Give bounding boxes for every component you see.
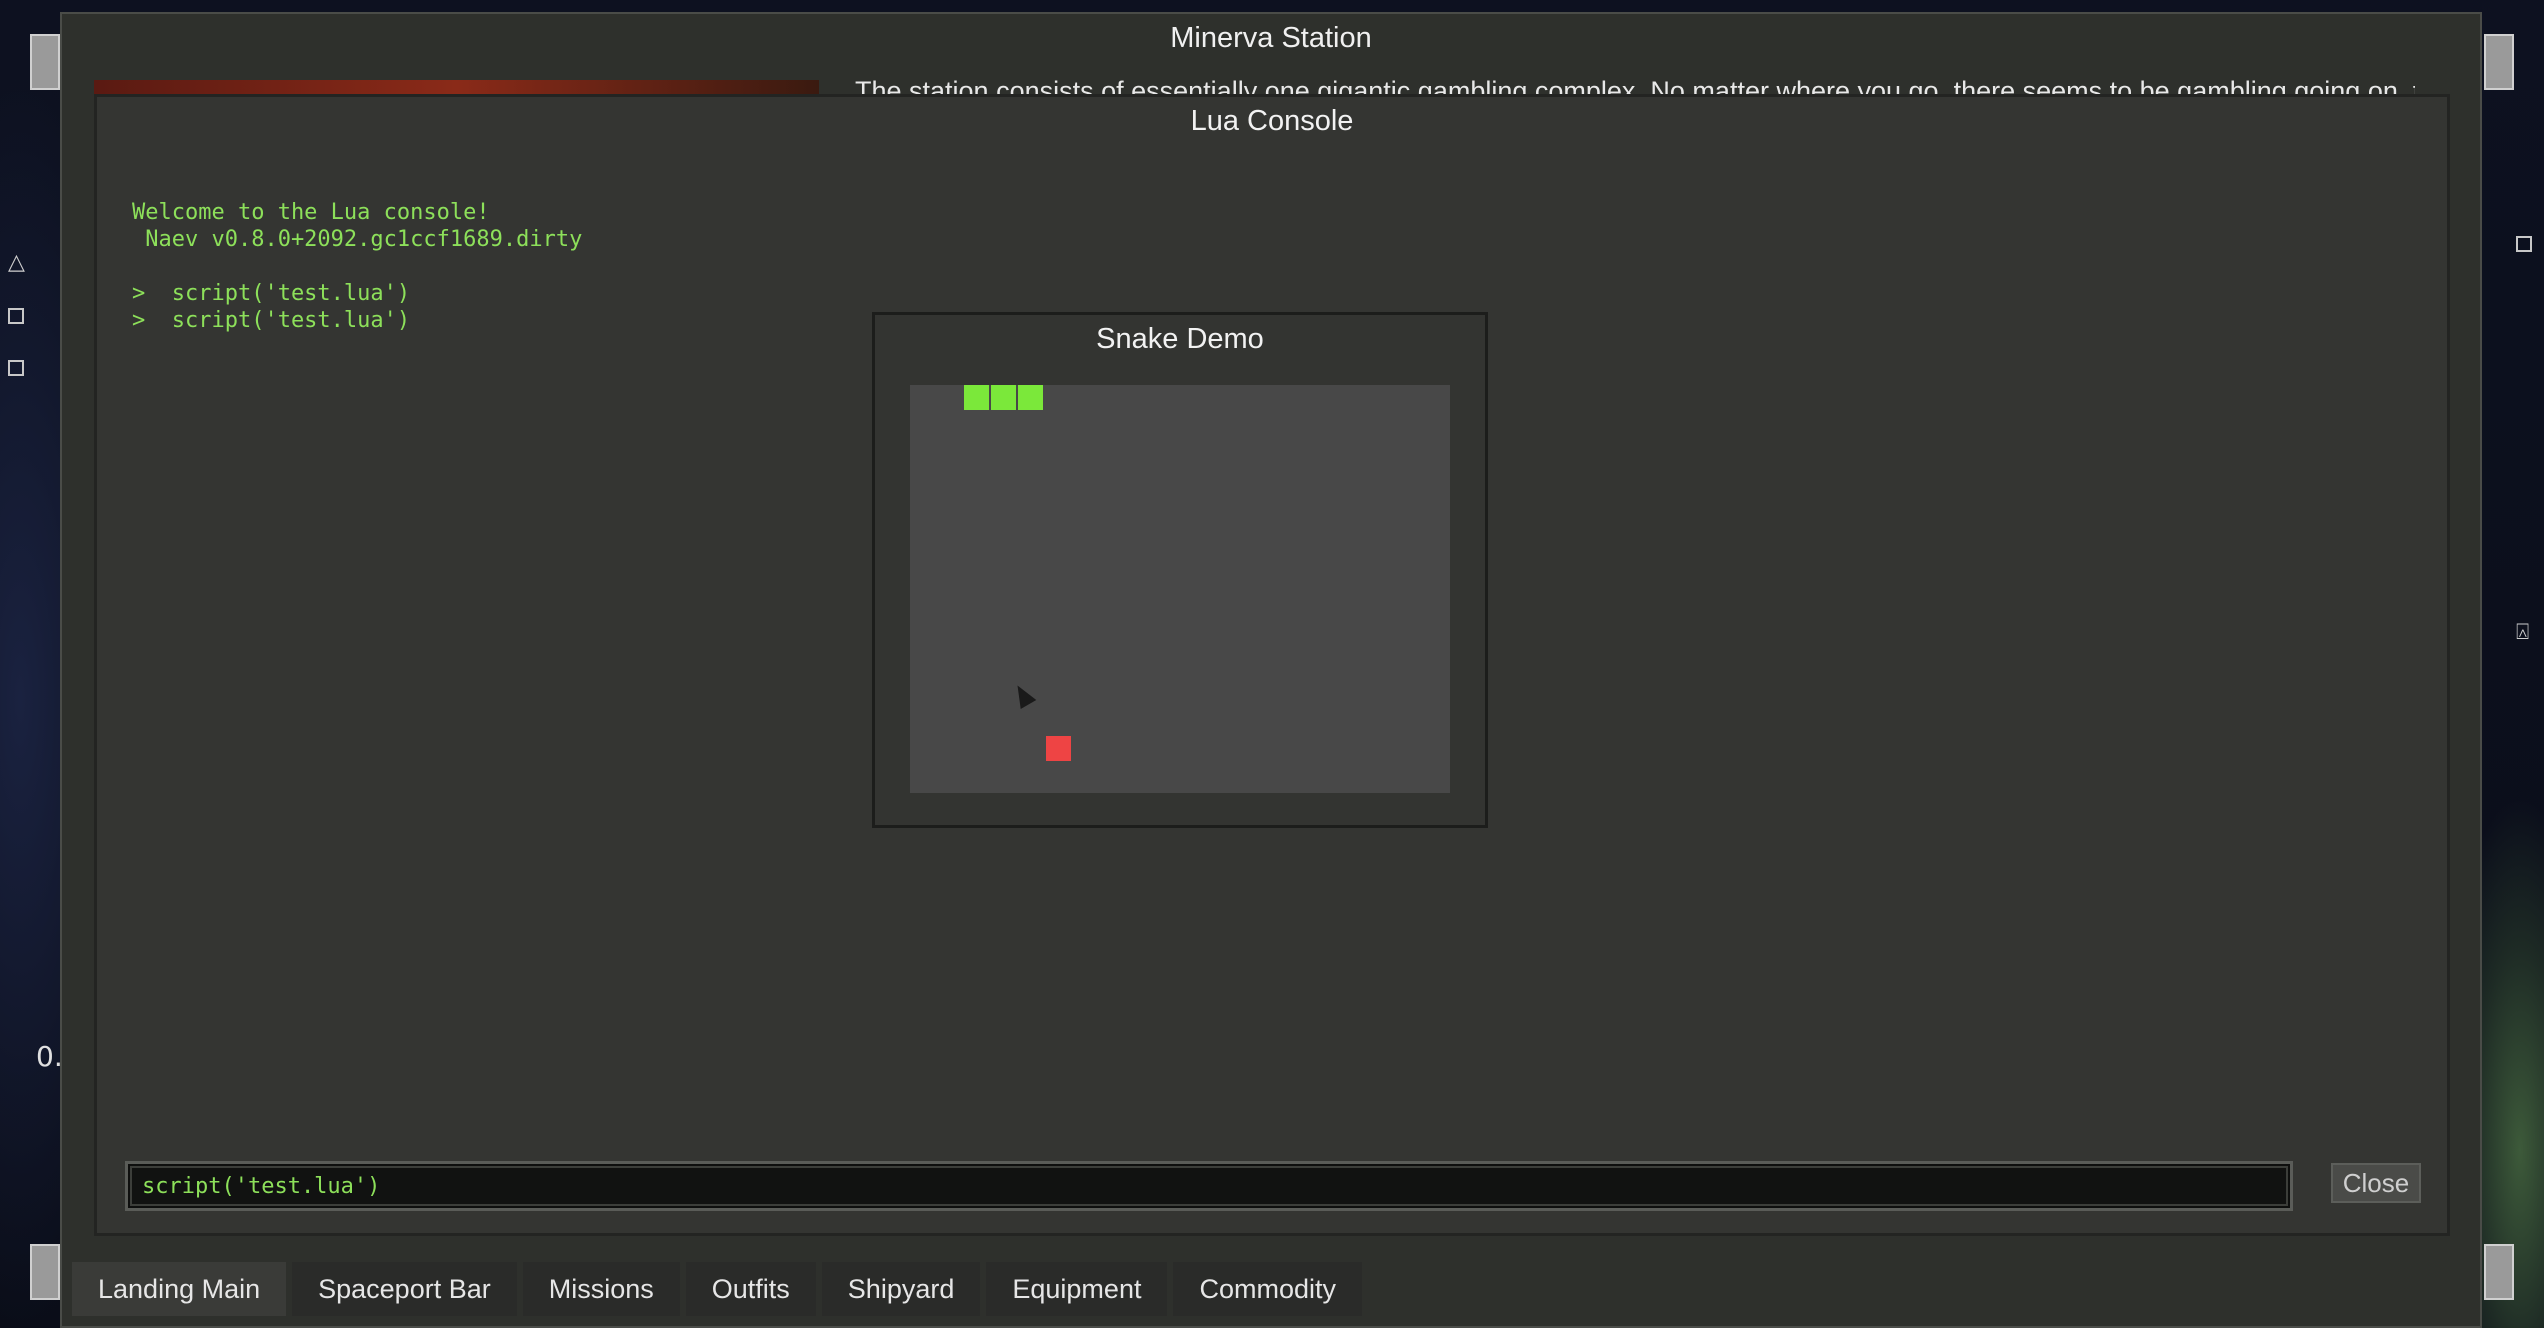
mouse-cursor-icon	[1009, 680, 1037, 710]
tab-equipment[interactable]: Equipment	[986, 1262, 1168, 1316]
tab-outfits[interactable]: Outfits	[685, 1262, 816, 1316]
left-scroll-handle-bottom[interactable]	[30, 1244, 60, 1300]
square-icon	[2516, 236, 2532, 252]
console-input-frame	[125, 1161, 2293, 1211]
snake-title: Snake Demo	[1096, 323, 1264, 355]
station-title: Minerva Station	[1170, 22, 1372, 54]
snake-demo-window: Snake Demo	[872, 312, 1488, 828]
tab-spaceport-bar[interactable]: Spaceport Bar	[292, 1262, 517, 1316]
close-button[interactable]: Close	[2331, 1163, 2421, 1203]
snake-head	[1018, 385, 1043, 410]
right-scroll-handle-bottom[interactable]	[2484, 1244, 2514, 1300]
snake-food	[1046, 736, 1071, 761]
tab-missions[interactable]: Missions	[522, 1262, 680, 1316]
ship-icon: ⍓	[2516, 620, 2530, 645]
tab-landing-main[interactable]: Landing Main	[72, 1262, 287, 1316]
left-scroll-handle-top[interactable]	[30, 34, 60, 90]
right-scroll-handle-top[interactable]	[2484, 34, 2514, 90]
square-icon	[8, 360, 24, 376]
triangle-icon: △	[8, 250, 25, 275]
snake-board[interactable]	[910, 385, 1450, 793]
console-input[interactable]	[130, 1166, 2288, 1206]
console-log: Welcome to the Lua console! Naev v0.8.0+…	[132, 200, 583, 333]
console-title: Lua Console	[1190, 105, 1354, 137]
tab-shipyard[interactable]: Shipyard	[821, 1262, 981, 1316]
snake-segment	[964, 385, 989, 410]
square-icon	[8, 308, 24, 324]
snake-segment	[991, 385, 1016, 410]
tab-commodity[interactable]: Commodity	[1173, 1262, 1362, 1316]
landing-tabs: Landing Main Spaceport Bar Missions Outf…	[72, 1262, 1362, 1316]
left-readout: 0.	[36, 1040, 63, 1073]
